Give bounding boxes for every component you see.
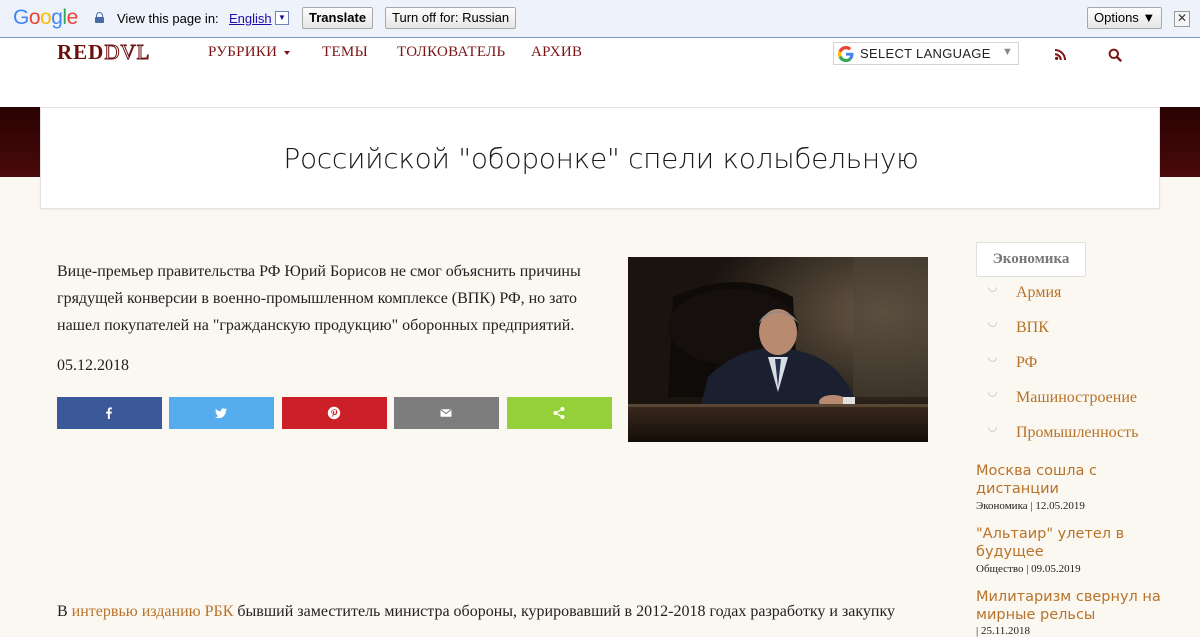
select-language-label: SELECT LANGUAGE [860, 46, 991, 61]
related-news-meta: | 25.11.2018 [976, 625, 1031, 637]
tag-label: Промышленность [1016, 424, 1139, 441]
logo-red-text: RED [57, 40, 105, 64]
share-icon [553, 407, 565, 419]
options-button[interactable]: Options ▼ [1087, 7, 1163, 29]
email-share-button[interactable] [394, 397, 499, 429]
article-lead: Вице-премьер правительства РФ Юрий Борис… [57, 263, 581, 334]
facebook-share-button[interactable] [57, 397, 162, 429]
rss-icon[interactable] [1055, 49, 1066, 60]
turn-off-button[interactable]: Turn off for: Russian [385, 7, 517, 29]
bullet-icon [986, 421, 999, 434]
tag-label: РФ [1016, 354, 1038, 371]
lock-icon [95, 12, 104, 23]
rbc-interview-link[interactable]: интервью изданию РБК [72, 603, 234, 620]
title-card: Российской "оборонке" спели колыбельную [40, 107, 1160, 209]
article-photo [628, 257, 928, 442]
email-icon [440, 409, 452, 417]
twitter-share-button[interactable] [169, 397, 274, 429]
google-g-icon [838, 46, 854, 62]
nav-rubrics[interactable]: РУБРИКИ [208, 44, 291, 61]
select-language-dropdown[interactable]: SELECT LANGUAGE ▼ [833, 42, 1019, 65]
related-news-title[interactable]: "Альтаир" улетел в будущее [976, 525, 1176, 561]
related-news-meta: Экономика | 12.05.2019 [976, 500, 1085, 512]
related-news-meta: Общество | 09.05.2019 [976, 563, 1081, 575]
bullet-icon [986, 281, 999, 294]
logo-dvl-text: DVL [104, 40, 151, 65]
google-logo: Google [13, 6, 78, 29]
body-prefix: В [57, 603, 72, 620]
site-logo[interactable]: REDDVL [57, 40, 151, 65]
article-date: 05.12.2018 [57, 357, 129, 374]
more-share-button[interactable] [507, 397, 612, 429]
page-title: Российской "оборонке" спели колыбельную [283, 142, 919, 175]
tag-label: Армия [1016, 284, 1062, 301]
target-language-link[interactable]: English [229, 11, 272, 26]
nav-archive[interactable]: АРХИВ [531, 44, 582, 61]
facebook-icon [106, 407, 112, 419]
article-body-text: В интервью изданию РБК бывший заместител… [57, 603, 937, 621]
nav-topics[interactable]: ТЕМЫ [322, 44, 368, 61]
close-icon[interactable]: ✕ [1174, 11, 1190, 27]
bullet-icon [986, 386, 999, 399]
related-news-title[interactable]: Москва сошла с дистанции [976, 462, 1176, 498]
pinterest-share-button[interactable] [282, 397, 387, 429]
twitter-icon [215, 408, 227, 419]
body-rest: бывший заместитель министра обороны, кур… [233, 603, 896, 620]
translate-button[interactable]: Translate [302, 7, 374, 29]
view-page-text: View this page in: [117, 11, 219, 26]
related-news-title[interactable]: Милитаризм свернул на мирные рельсы [976, 588, 1176, 624]
chevron-down-icon [284, 50, 291, 55]
category-tag-economy[interactable]: Экономика [976, 242, 1086, 277]
language-dropdown-caret[interactable]: ▼ [275, 11, 289, 25]
nav-glossary[interactable]: ТОЛКОВАТЕЛЬ [397, 44, 505, 61]
tag-label: Машиностроение [1016, 389, 1137, 406]
tag-label: ВПК [1016, 319, 1049, 336]
google-translate-bar: Google View this page in: English ▼ Tran… [0, 0, 1200, 38]
nav-rubrics-label: РУБРИКИ [208, 44, 278, 60]
search-icon[interactable] [1108, 48, 1122, 62]
bullet-icon [986, 316, 999, 329]
bullet-icon [986, 351, 999, 364]
site-header: REDDVL РУБРИКИ ТЕМЫ ТОЛКОВАТЕЛЬ АРХИВ SE… [0, 38, 1200, 107]
chevron-down-icon: ▼ [1002, 46, 1013, 58]
pinterest-icon [327, 406, 341, 420]
